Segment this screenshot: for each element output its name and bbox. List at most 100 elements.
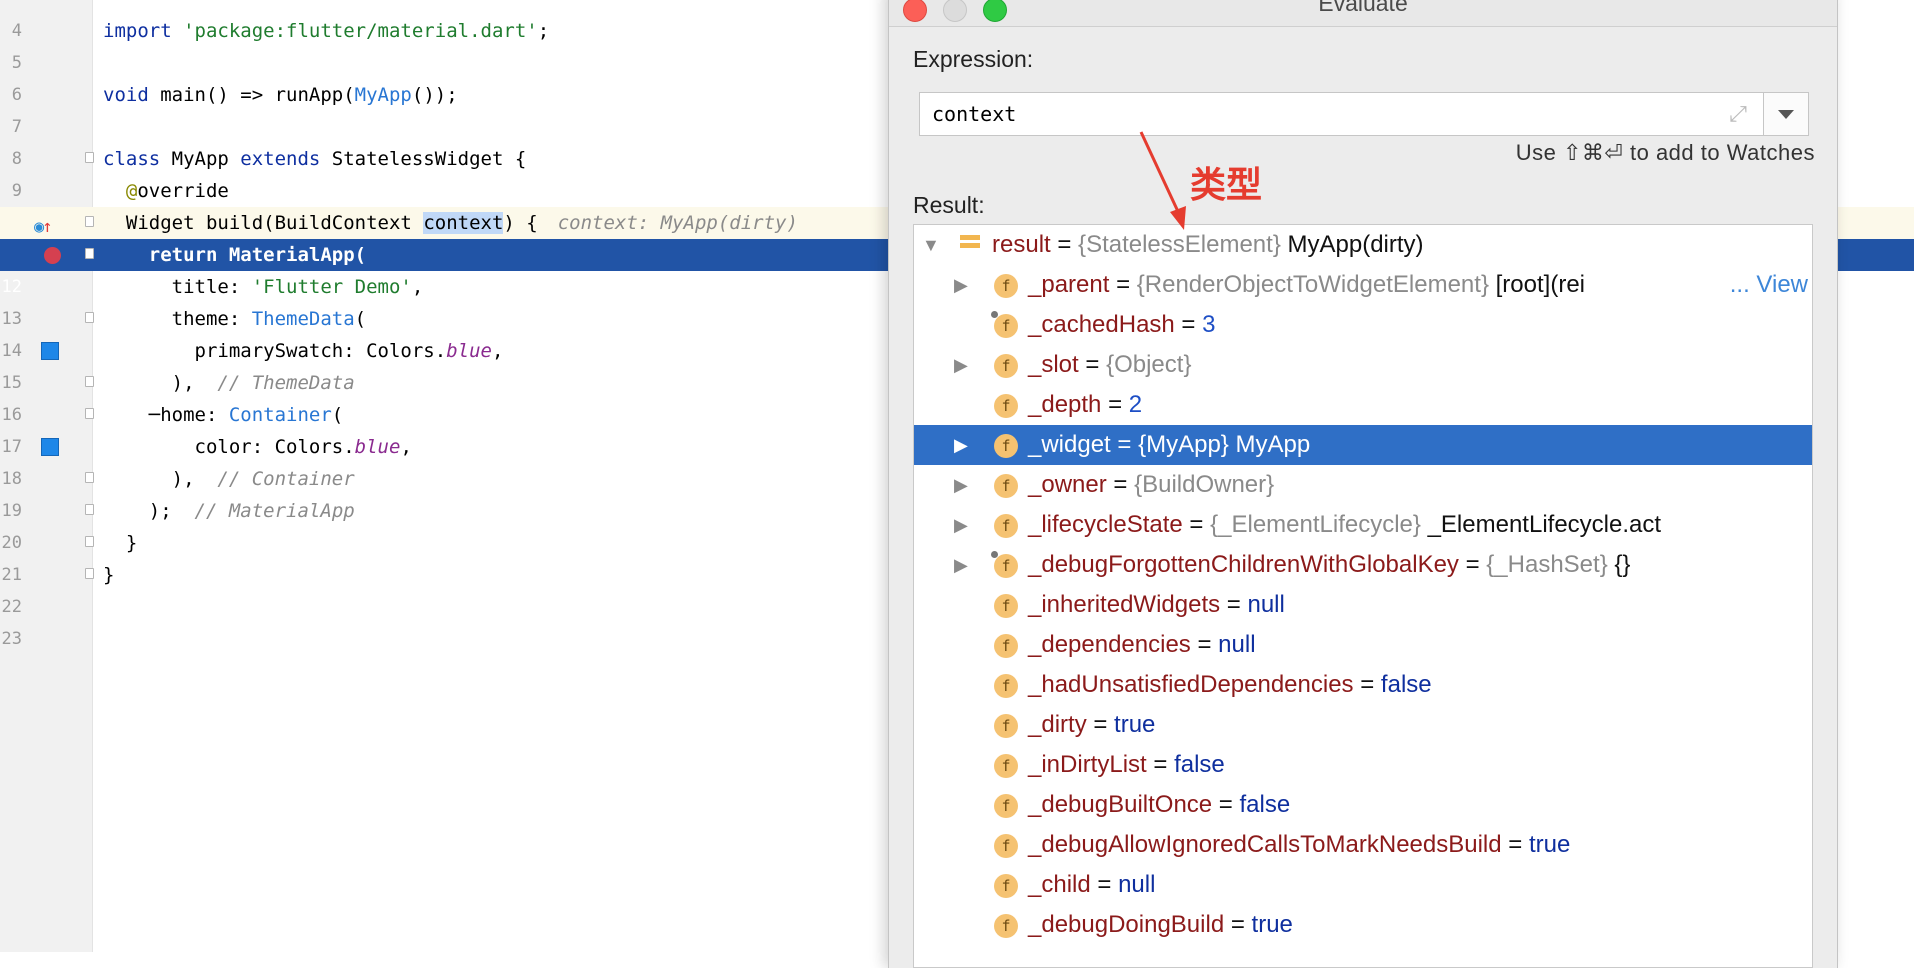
field-icon: f <box>994 514 1018 538</box>
field-icon: f <box>994 394 1018 418</box>
tree-row-text: _inheritedWidgets = null <box>1028 591 1285 618</box>
tree-row-dependencies[interactable]: f _dependencies = null <box>914 625 1812 665</box>
tree-row-lifecycle-state[interactable]: ▶ f _lifecycleState = {_ElementLifecycle} … <box>914 505 1812 545</box>
fold-marker-icon[interactable] <box>85 536 94 547</box>
field-icon: f <box>991 311 1018 338</box>
code-text: color: Colors.blue, <box>194 436 412 458</box>
field-icon: f <box>994 674 1018 698</box>
field-icon: f <box>994 874 1018 898</box>
field-icon: f <box>991 551 1018 578</box>
expand-triangle-icon[interactable]: ▶ <box>954 265 968 305</box>
fold-marker-icon[interactable] <box>85 472 94 483</box>
result-icon <box>960 235 980 257</box>
expand-triangle-icon[interactable]: ▶ <box>954 425 968 465</box>
code-text: ); // MaterialApp <box>148 500 355 522</box>
code-text: primarySwatch: Colors.blue, <box>194 340 504 362</box>
chevron-down-icon <box>1778 110 1794 119</box>
fold-marker-icon[interactable] <box>85 568 94 579</box>
tree-row-owner[interactable]: ▶ f _owner = {BuildOwner} <box>914 465 1812 505</box>
expand-triangle-icon[interactable]: ▶ <box>954 545 968 585</box>
collapse-triangle-icon[interactable]: ▼ <box>922 225 940 265</box>
result-label: Result: <box>913 192 985 218</box>
field-icon: f <box>994 914 1018 938</box>
tree-row-text: _dirty = true <box>1028 711 1156 738</box>
code-text: class MyApp extends StatelessWidget { <box>103 148 527 170</box>
expression-history-dropdown[interactable] <box>1763 92 1809 136</box>
code-text: title: 'Flutter Demo', <box>171 276 424 298</box>
expression-value: context <box>932 102 1017 126</box>
fold-marker-icon[interactable] <box>85 152 94 163</box>
line-number: 23 <box>1 629 22 649</box>
dialog-titlebar[interactable]: Evaluate <box>889 0 1837 27</box>
tree-row-text: _owner = {BuildOwner} <box>1028 471 1275 498</box>
tree-row-dirty[interactable]: f _dirty = true <box>914 705 1812 745</box>
tree-row-text: result = {StatelessElement} MyApp(dirty) <box>992 231 1424 258</box>
code-text: theme: ThemeData( <box>171 308 367 330</box>
tree-row-slot[interactable]: ▶ f _slot = {Object} <box>914 345 1812 385</box>
expression-input[interactable]: context ⤢ <box>919 92 1764 136</box>
expand-triangle-icon[interactable]: ▶ <box>954 465 968 505</box>
tree-row-debug-built-once[interactable]: f _debugBuiltOnce = false <box>914 785 1812 825</box>
code-text: ─home: Container( <box>103 404 344 426</box>
expand-icon[interactable]: ⤢ <box>1725 101 1751 127</box>
tree-row-text: _cachedHash = 3 <box>1028 311 1216 338</box>
tree-row-debug-doing-build[interactable]: f _debugDoingBuild = true <box>914 905 1812 945</box>
tree-root-row[interactable]: ▼ result = {StatelessElement} MyApp(dirt… <box>914 225 1812 265</box>
tree-row-cached-hash[interactable]: f _cachedHash = 3 <box>914 305 1812 345</box>
code-text: ), // ThemeData <box>171 372 355 394</box>
tree-row-depth[interactable]: f _depth = 2 <box>914 385 1812 425</box>
tree-row-text: _debugBuiltOnce = false <box>1028 791 1291 818</box>
breakpoint-icon[interactable] <box>44 247 61 264</box>
selected-text: context <box>423 212 504 234</box>
fold-marker-icon[interactable] <box>85 248 94 259</box>
tree-row-text: _slot = {Object} <box>1028 351 1192 378</box>
tree-row-child[interactable]: f _child = null <box>914 865 1812 905</box>
code-text: return MaterialApp( <box>148 244 367 266</box>
tree-row-text: _parent = {RenderObjectToWidgetElement} … <box>1028 271 1585 298</box>
field-icon: f <box>994 354 1018 378</box>
tree-row-text: _inDirtyList = false <box>1028 751 1225 778</box>
field-icon: f <box>994 754 1018 778</box>
add-to-watches-hint: Use ⇧⌘⏎ to add to Watches <box>1515 140 1815 165</box>
field-icon: f <box>994 634 1018 658</box>
field-icon: f <box>994 434 1018 458</box>
field-icon: f <box>994 594 1018 618</box>
tree-row-inherited-widgets[interactable]: f _inheritedWidgets = null <box>914 585 1812 625</box>
expand-triangle-icon[interactable]: ▶ <box>954 345 968 385</box>
fold-marker-icon[interactable] <box>85 216 94 227</box>
expand-triangle-icon[interactable]: ▶ <box>954 505 968 545</box>
color-swatch-icon[interactable] <box>41 342 59 360</box>
code-text: import 'package:flutter/material.dart'; <box>103 20 550 42</box>
code-text: } <box>103 564 115 586</box>
tree-row-debug-forgotten-children-with-global-key[interactable]: ▶ f _debugForgottenChildrenWithGlobalKey =… <box>914 545 1812 585</box>
evaluate-dialog: Evaluate Expression: context ⤢ Use ⇧⌘⏎ t… <box>888 0 1838 968</box>
dialog-title: Evaluate <box>1318 0 1408 16</box>
tree-row-text: _depth = 2 <box>1028 391 1143 418</box>
field-icon: f <box>994 834 1018 858</box>
code-text: @override <box>125 180 229 202</box>
field-icon: f <box>994 274 1018 298</box>
tree-row-parent[interactable]: ▶ f _parent = {RenderObjectToWidgetElement… <box>914 265 1812 305</box>
fold-marker-icon[interactable] <box>85 408 94 419</box>
tree-row-debug-allow-ignored-calls-to-mark-needs-build[interactable]: f _debugAllowIgnoredCallsToMarkNeedsBuild… <box>914 825 1812 865</box>
field-icon: f <box>994 714 1018 738</box>
tree-row-text: _debugForgottenChildrenWithGlobalKey = {… <box>1028 551 1631 578</box>
fold-marker-icon[interactable] <box>85 312 94 323</box>
annotation-label: 类型 <box>1190 165 1263 206</box>
tree-row-text: _debugAllowIgnoredCallsToMarkNeedsBuild … <box>1028 831 1571 858</box>
tree-row-text: _widget = {MyApp} MyApp <box>1028 431 1311 458</box>
field-icon: f <box>994 474 1018 498</box>
view-link[interactable]: ... View <box>1725 265 1808 305</box>
result-tree[interactable]: ▼ result = {StatelessElement} MyApp(dirt… <box>913 224 1813 968</box>
tree-row-text: _hadUnsatisfiedDependencies = false <box>1028 671 1432 698</box>
tree-row-had-unsatisfied-dependencies[interactable]: f _hadUnsatisfiedDependencies = false <box>914 665 1812 705</box>
tree-row-text: _lifecycleState = {_ElementLifecycle} _E… <box>1028 511 1662 538</box>
fold-marker-icon[interactable] <box>85 504 94 515</box>
code-text: } <box>125 532 138 554</box>
fold-marker-icon[interactable] <box>85 376 94 387</box>
tree-row-widget[interactable]: ▶ f _widget = {MyApp} MyApp <box>914 425 1812 465</box>
tree-row-text: _dependencies = null <box>1028 631 1256 658</box>
tree-row-text: _debugDoingBuild = true <box>1028 911 1293 938</box>
tree-row-in-dirty-list[interactable]: f _inDirtyList = false <box>914 745 1812 785</box>
color-swatch-icon[interactable] <box>41 438 59 456</box>
